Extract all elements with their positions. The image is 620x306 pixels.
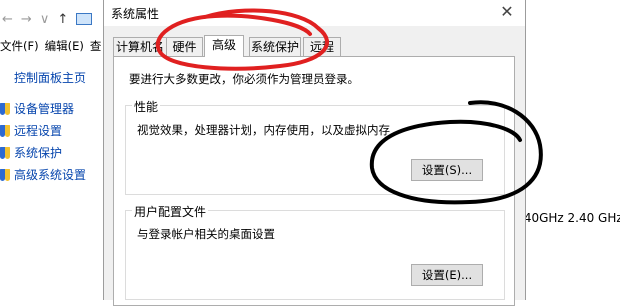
tab-advanced[interactable]: 高级	[204, 35, 244, 57]
sidebar-item-device-manager[interactable]: 设备管理器	[0, 100, 74, 117]
sidebar-item-label: 高级系统设置	[14, 168, 87, 182]
control-panel-home-link[interactable]: 控制面板主页	[14, 69, 86, 86]
menu-bar: 文件(F) 编辑(E) 查	[0, 38, 105, 56]
recent-locations-icon[interactable]: ∨	[40, 12, 50, 27]
forward-arrow-icon[interactable]: →	[21, 12, 32, 27]
advanced-tab-panel: 要进行大多数更改，你必须作为管理员登录。 性能 视觉效果，处理器计划，内存使用，…	[113, 56, 515, 306]
uac-shield-icon	[0, 168, 10, 181]
nav-bar: ← → ∨ ↑	[0, 8, 107, 30]
tab-system-protection[interactable]: 系统保护	[249, 37, 301, 56]
performance-label: 性能	[132, 98, 161, 115]
uac-shield-icon	[0, 124, 10, 137]
menu-edit[interactable]: 编辑(E)	[45, 38, 84, 56]
close-icon[interactable]: ✕	[497, 2, 517, 22]
sidebar-item-system-protection[interactable]: 系统保护	[0, 144, 62, 161]
admin-notice: 要进行大多数更改，你必须作为管理员登录。	[129, 72, 359, 86]
user-profiles-settings-button[interactable]: 设置(E)...	[411, 264, 483, 286]
system-properties-dialog: 系统属性 ✕ 计算机名 硬件 高级 系统保护 远程 要进行大多数更改，你必须作为…	[103, 0, 526, 306]
sidebar-item-label: 设备管理器	[14, 102, 75, 116]
dialog-title: 系统属性	[111, 7, 160, 21]
sidebar-item-label: 远程设置	[14, 124, 63, 138]
dialog-titlebar[interactable]: 系统属性 ✕	[104, 0, 525, 26]
back-arrow-icon[interactable]: ←	[2, 12, 13, 27]
performance-group: 性能 视觉效果，处理器计划，内存使用，以及虚拟内存 设置(S)...	[125, 98, 505, 195]
menu-view[interactable]: 查	[90, 38, 102, 56]
tab-remote[interactable]: 远程	[303, 37, 341, 56]
user-profiles-description: 与登录帐户相关的桌面设置	[137, 227, 275, 241]
sidebar-item-remote-settings[interactable]: 远程设置	[0, 122, 62, 139]
sidebar-item-advanced-system-settings[interactable]: 高级系统设置	[0, 166, 86, 183]
performance-description: 视觉效果，处理器计划，内存使用，以及虚拟内存	[137, 123, 390, 137]
up-arrow-icon[interactable]: ↑	[57, 12, 68, 27]
processor-speed: .40GHz 2.40 GHz	[520, 211, 620, 225]
user-profiles-group: 用户配置文件 与登录帐户相关的桌面设置 设置(E)...	[125, 203, 505, 300]
menu-file[interactable]: 文件(F)	[0, 38, 39, 56]
folder-icon	[76, 13, 93, 25]
uac-shield-icon	[0, 102, 10, 115]
user-profiles-label: 用户配置文件	[132, 203, 209, 220]
performance-settings-button[interactable]: 设置(S)...	[411, 159, 483, 181]
sidebar-item-label: 系统保护	[14, 146, 63, 160]
tab-hardware[interactable]: 硬件	[166, 37, 203, 56]
uac-shield-icon	[0, 146, 10, 159]
tab-computer-name[interactable]: 计算机名	[113, 37, 167, 56]
